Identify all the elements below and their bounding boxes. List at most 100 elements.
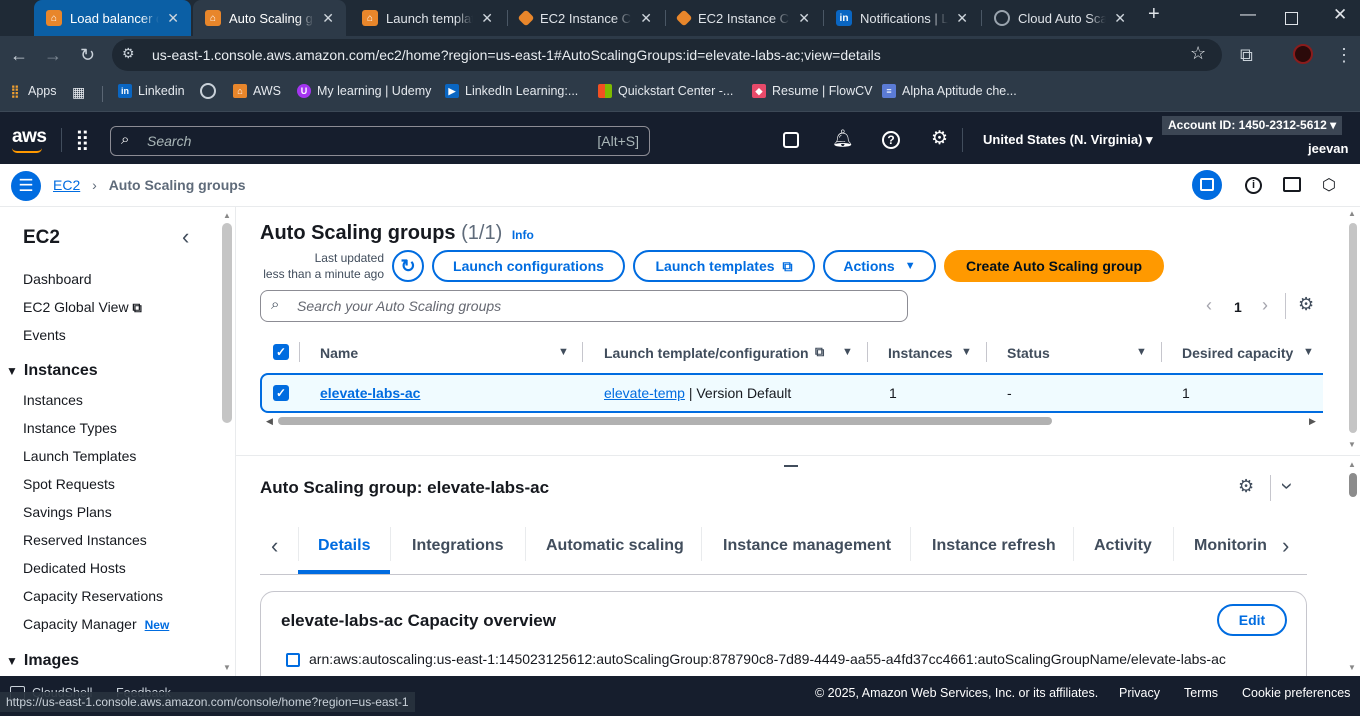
close-icon[interactable]: ✕ bbox=[956, 10, 968, 27]
sort-caret-icon[interactable]: ▼ bbox=[558, 346, 569, 358]
services-grid-icon[interactable]: ⣿ bbox=[75, 127, 90, 152]
menu-icon[interactable]: ⋮ bbox=[1335, 45, 1353, 65]
gear-icon[interactable]: ⚙ bbox=[1298, 294, 1314, 315]
tab-instance-refresh[interactable]: Instance refresh bbox=[932, 537, 1056, 555]
sidebar-section-instances[interactable]: ▼ Instances bbox=[6, 362, 98, 380]
table-row[interactable]: ✓ elevate-labs-ac elevate-temp | Version… bbox=[260, 373, 1323, 413]
sidebar-item-dedicated-hosts[interactable]: Dedicated Hosts bbox=[23, 560, 126, 576]
resize-handle[interactable] bbox=[784, 465, 798, 467]
sidebar-scrollbar[interactable] bbox=[222, 223, 232, 423]
upper-scrollbar[interactable] bbox=[1349, 223, 1357, 433]
close-icon[interactable]: ✕ bbox=[481, 10, 493, 27]
window-close-icon[interactable]: ✕ bbox=[1333, 5, 1347, 25]
row-checkbox[interactable]: ✓ bbox=[273, 385, 289, 401]
browser-tab[interactable]: EC2 Instance Co ✕ bbox=[508, 0, 664, 36]
close-icon[interactable]: ✕ bbox=[322, 10, 334, 27]
edit-button[interactable]: Edit bbox=[1217, 604, 1287, 636]
launch-templates-button[interactable]: Launch templates ⧉ bbox=[633, 250, 815, 282]
close-icon[interactable]: ✕ bbox=[167, 10, 179, 27]
sidebar-item-savings-plans[interactable]: Savings Plans bbox=[23, 504, 112, 520]
next-page-icon[interactable]: › bbox=[1262, 295, 1268, 316]
bookmark-star-icon[interactable]: ☆ bbox=[1190, 43, 1206, 64]
gear-icon[interactable]: ⚙ bbox=[1238, 476, 1254, 497]
launch-configurations-button[interactable]: Launch configurations bbox=[432, 250, 625, 282]
close-icon[interactable]: ✕ bbox=[640, 10, 652, 27]
sidebar-item-spot-requests[interactable]: Spot Requests bbox=[23, 476, 115, 492]
sort-caret-icon[interactable]: ▼ bbox=[842, 346, 853, 358]
bookmark-linkedin[interactable]: in Linkedin bbox=[118, 84, 185, 98]
tab-monitoring[interactable]: Monitorin bbox=[1194, 537, 1270, 555]
select-all-checkbox[interactable]: ✓ bbox=[273, 344, 289, 360]
tabs-next-icon[interactable]: › bbox=[1282, 533, 1289, 559]
bookmark-alpha[interactable]: ≡ Alpha Aptitude che... bbox=[882, 84, 1017, 98]
table-horizontal-scrollbar[interactable] bbox=[278, 417, 1052, 425]
bookmark-flowcv[interactable]: ◆ Resume | FlowCV bbox=[752, 84, 873, 98]
lower-scrollbar[interactable] bbox=[1349, 473, 1357, 497]
create-auto-scaling-group-button[interactable]: Create Auto Scaling group bbox=[944, 250, 1164, 282]
column-header-instances[interactable]: Instances bbox=[888, 345, 953, 361]
chevron-down-icon[interactable]: › bbox=[1275, 482, 1301, 489]
browser-tab[interactable]: ⌂ Launch template ✕ bbox=[350, 0, 505, 36]
address-bar[interactable]: ⚙ us-east-1.console.aws.amazon.com/ec2/h… bbox=[112, 39, 1222, 71]
globe-icon[interactable] bbox=[200, 83, 216, 99]
layout-toggle-icon[interactable] bbox=[1192, 170, 1222, 200]
scroll-up-icon[interactable]: ▲ bbox=[1348, 209, 1356, 218]
page-number[interactable]: 1 bbox=[1234, 299, 1242, 315]
scroll-down-icon[interactable]: ▼ bbox=[1348, 440, 1356, 449]
bookmark-quickstart[interactable]: Quickstart Center -... bbox=[598, 84, 733, 98]
security-icon[interactable]: ⬡ bbox=[1322, 175, 1336, 195]
scroll-down-icon[interactable]: ▼ bbox=[223, 663, 231, 672]
cookie-preferences-link[interactable]: Cookie preferences bbox=[1242, 686, 1350, 700]
template-link[interactable]: elevate-temp bbox=[604, 385, 685, 401]
tab-details[interactable]: Details bbox=[318, 537, 370, 555]
url-text[interactable]: us-east-1.console.aws.amazon.com/ec2/hom… bbox=[152, 47, 881, 63]
sidebar-section-images[interactable]: ▼ Images bbox=[6, 652, 79, 670]
hamburger-menu-icon[interactable]: ☰ bbox=[11, 171, 41, 201]
tab-instance-management[interactable]: Instance management bbox=[723, 537, 891, 555]
aws-search-input[interactable]: ⌕ Search [Alt+S] bbox=[110, 126, 650, 156]
sidebar-item-launch-templates[interactable]: Launch Templates bbox=[23, 448, 136, 464]
sidebar-item-events[interactable]: Events bbox=[23, 327, 66, 343]
browser-tab[interactable]: EC2 Instance Co ✕ bbox=[666, 0, 822, 36]
sidebar-item-capacity-manager[interactable]: Capacity Manager New bbox=[23, 616, 169, 632]
refresh-button[interactable]: ↻ bbox=[392, 250, 424, 282]
avatar[interactable] bbox=[1293, 44, 1313, 64]
back-icon[interactable]: ← bbox=[10, 45, 28, 65]
sort-caret-icon[interactable]: ▼ bbox=[1136, 346, 1147, 358]
column-header-status[interactable]: Status bbox=[1007, 345, 1050, 361]
restore-icon[interactable] bbox=[1285, 12, 1298, 25]
bookmark-udemy[interactable]: U My learning | Udemy bbox=[297, 84, 431, 98]
bell-icon[interactable]: 🔔︎ bbox=[832, 129, 854, 149]
sidebar-item-capacity-reservations[interactable]: Capacity Reservations bbox=[23, 588, 163, 604]
site-info-icon[interactable]: ⚙ bbox=[122, 45, 135, 62]
browser-tab[interactable]: ⌂ Load balancer d ✕ bbox=[34, 0, 191, 36]
scroll-left-icon[interactable]: ◀ bbox=[266, 416, 273, 427]
reload-icon[interactable]: ↻ bbox=[80, 45, 95, 65]
notifications-panel-icon[interactable] bbox=[1283, 177, 1301, 192]
forward-icon[interactable]: → bbox=[44, 45, 62, 65]
grid-icon[interactable]: ▦ bbox=[72, 84, 85, 101]
scroll-right-icon[interactable]: ▶ bbox=[1309, 416, 1316, 427]
column-header-desired-capacity[interactable]: Desired capacity bbox=[1182, 345, 1293, 361]
scroll-down-icon[interactable]: ▼ bbox=[1348, 663, 1356, 672]
extensions-icon[interactable]: ⧉ bbox=[1240, 45, 1253, 65]
info-circle-icon[interactable]: i bbox=[1245, 177, 1262, 194]
terms-link[interactable]: Terms bbox=[1184, 686, 1218, 700]
sidebar-item-dashboard[interactable]: Dashboard bbox=[23, 271, 92, 287]
tab-activity[interactable]: Activity bbox=[1094, 537, 1152, 555]
sort-caret-icon[interactable]: ▼ bbox=[961, 346, 972, 358]
gear-icon[interactable]: ⚙ bbox=[931, 127, 948, 150]
breadcrumb-ec2[interactable]: EC2 bbox=[53, 177, 80, 193]
close-icon[interactable]: ✕ bbox=[798, 10, 810, 27]
sidebar-item-reserved-instances[interactable]: Reserved Instances bbox=[23, 532, 147, 548]
tab-integrations[interactable]: Integrations bbox=[412, 537, 504, 555]
account-id-badge[interactable]: Account ID: 1450-2312-5612 ▾ bbox=[1162, 116, 1343, 135]
collapse-sidebar-icon[interactable]: ‹ bbox=[182, 224, 189, 250]
tabs-prev-icon[interactable]: ‹ bbox=[271, 533, 278, 559]
minimize-icon[interactable]: — bbox=[1240, 6, 1256, 24]
column-header-template[interactable]: Launch template/configuration bbox=[604, 345, 809, 361]
sidebar-item-global-view[interactable]: EC2 Global View ⧉ bbox=[23, 299, 142, 316]
sidebar-item-instance-types[interactable]: Instance Types bbox=[23, 420, 117, 436]
browser-tab[interactable]: Cloud Auto Scal ✕ bbox=[982, 0, 1138, 36]
actions-dropdown[interactable]: Actions ▼ bbox=[823, 250, 936, 282]
